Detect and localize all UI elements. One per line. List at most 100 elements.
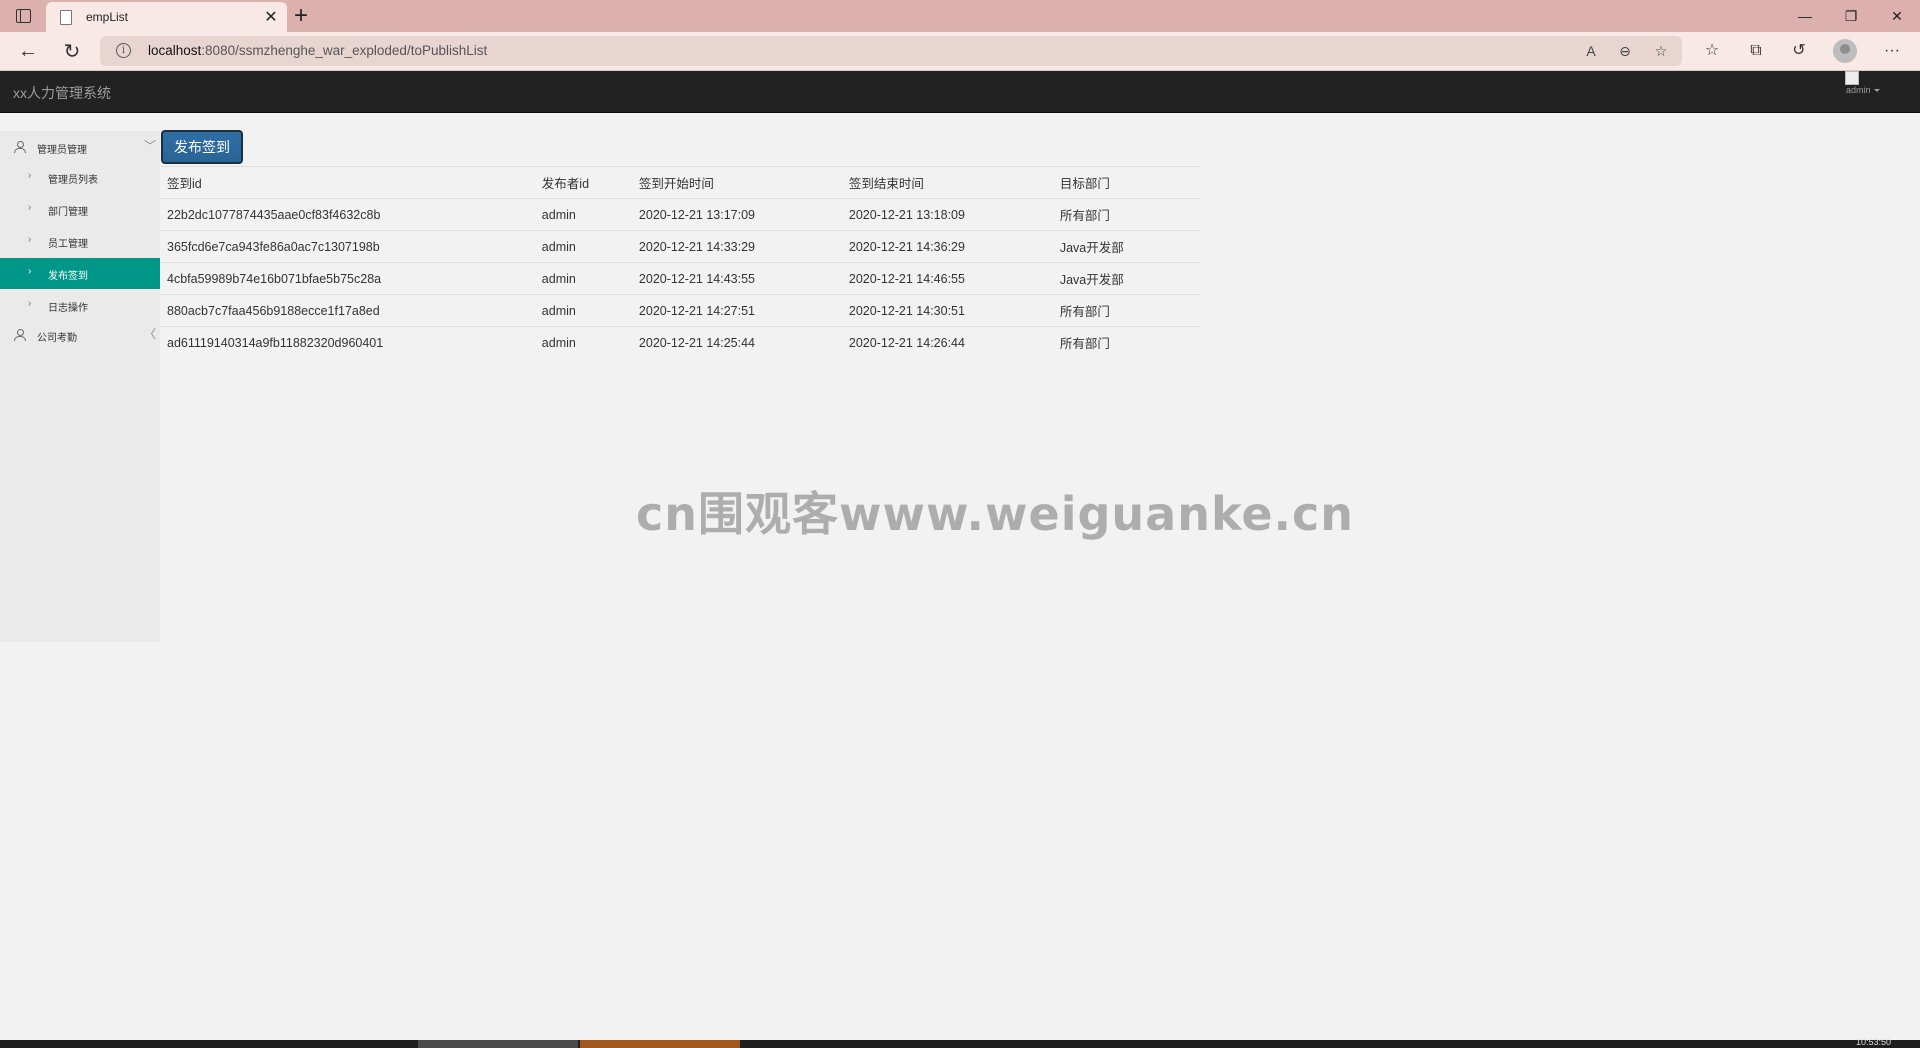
taskbar-app-button[interactable]	[418, 1040, 578, 1048]
table-cell: 4cbfa59989b74e16b071bfae5b75c28a	[161, 262, 536, 295]
app-brand[interactable]: xx人力管理系统	[13, 83, 111, 103]
sidebar-item-label: 部门管理	[48, 207, 88, 218]
table-row: 880acb7c7faa456b9188ecce1f17a8ed admin 2…	[161, 294, 1200, 327]
restore-button[interactable]: ❐	[1828, 0, 1874, 32]
publish-signin-button[interactable]: 发布签到	[161, 130, 243, 164]
new-tab-button[interactable]: +	[294, 3, 308, 29]
page-icon	[60, 9, 72, 25]
taskbar-app-button[interactable]	[580, 1040, 740, 1048]
sidebar-item-label: 日志操作	[48, 303, 88, 314]
table-cell: admin	[535, 198, 633, 231]
table-cell: 22b2dc1077874435aae0cf83f4632c8b	[161, 198, 536, 231]
table-row: ad61119140314a9fb11882320d960401 admin 2…	[161, 326, 1200, 358]
chevron-left-icon: 〈	[144, 327, 157, 341]
tab-close-icon[interactable]: ✕	[261, 7, 281, 27]
table-cell: 2020-12-21 14:43:55	[632, 262, 843, 295]
tab-title: empList	[86, 10, 129, 24]
sidebar-item-label: 管理员列表	[48, 175, 98, 186]
user-name: admin	[1846, 85, 1871, 95]
browser-tab[interactable]: empList ✕	[46, 2, 287, 32]
table-cell-spacer	[1188, 294, 1200, 327]
table-cell: 2020-12-21 14:46:55	[842, 262, 1054, 295]
table-cell: ad61119140314a9fb11882320d960401	[161, 326, 536, 358]
table-cell: 2020-12-21 13:18:09	[842, 198, 1054, 231]
table-row: 22b2dc1077874435aae0cf83f4632c8b admin 2…	[161, 198, 1200, 231]
sidebar-item-logs[interactable]: › 日志操作	[0, 290, 160, 321]
table-cell: 2020-12-21 14:25:44	[632, 326, 843, 358]
favorites-icon[interactable]: ☆	[1700, 40, 1724, 62]
table-cell: 880acb7c7faa456b9188ecce1f17a8ed	[161, 294, 536, 327]
window-close-button[interactable]: ✕	[1874, 0, 1920, 32]
chevron-right-icon: ›	[28, 170, 32, 181]
tab-actions-menu-icon[interactable]	[12, 6, 34, 26]
table-cell-spacer	[1188, 262, 1200, 295]
url-path: :8080/ssmzhenghe_war_exploded/toPublishL…	[201, 43, 488, 58]
chevron-down-icon: ﹀	[144, 139, 157, 153]
reload-icon[interactable]: ↻	[57, 36, 87, 66]
back-icon[interactable]: ←	[13, 36, 43, 66]
table-cell: 所有部门	[1053, 294, 1188, 327]
column-header: 签到开始时间	[632, 166, 843, 199]
column-header: 发布者id	[535, 166, 633, 199]
sidebar: 管理员管理 ﹀ › 管理员列表 › 部门管理 › 员工管理 › 发布签到 › 日…	[0, 131, 160, 642]
history-icon[interactable]: ↺	[1787, 40, 1811, 62]
sidebar-group-label: 管理员管理	[37, 145, 87, 156]
table-cell: 2020-12-21 14:30:51	[842, 294, 1054, 327]
table-cell-spacer	[1188, 326, 1200, 358]
user-avatar-image	[1845, 71, 1859, 85]
table-cell: Java开发部	[1053, 230, 1188, 263]
table-cell: 2020-12-21 13:17:09	[632, 198, 843, 231]
table-cell: Java开发部	[1053, 262, 1188, 295]
table-cell-spacer	[1188, 230, 1200, 263]
table-cell: admin	[535, 230, 633, 263]
user-icon	[14, 141, 26, 153]
table-cell-spacer	[1188, 198, 1200, 231]
taskbar-clock: 10:53:50	[1856, 1037, 1892, 1047]
url-text[interactable]: localhost:8080/ssmzhenghe_war_exploded/t…	[148, 43, 487, 58]
more-menu-icon[interactable]: ···	[1880, 40, 1904, 62]
profile-avatar[interactable]	[1833, 39, 1857, 63]
zoom-out-icon[interactable]: ⊖	[1614, 41, 1636, 61]
table-row: 4cbfa59989b74e16b071bfae5b75c28a admin 2…	[161, 262, 1200, 295]
table-cell: 2020-12-21 14:33:29	[632, 230, 843, 263]
user-menu[interactable]: admin	[1846, 85, 1880, 95]
table-cell: 2020-12-21 14:36:29	[842, 230, 1054, 263]
sidebar-group-attendance[interactable]: 公司考勤 〈	[0, 320, 160, 350]
browser-tab-strip: empList ✕ + — ❐ ✕	[0, 0, 1920, 32]
sidebar-item-admin-list[interactable]: › 管理员列表	[0, 162, 160, 193]
table-header-row: 签到id 发布者id 签到开始时间 签到结束时间 目标部门	[161, 166, 1200, 199]
table-cell: admin	[535, 262, 633, 295]
signin-table: 签到id 发布者id 签到开始时间 签到结束时间 目标部门 22b2dc1077…	[161, 166, 1200, 358]
address-bar[interactable]: i localhost:8080/ssmzhenghe_war_exploded…	[100, 36, 1682, 66]
table-cell: 所有部门	[1053, 198, 1188, 231]
sidebar-item-employees[interactable]: › 员工管理	[0, 226, 160, 257]
table-cell: 2020-12-21 14:27:51	[632, 294, 843, 327]
table-cell: 2020-12-21 14:26:44	[842, 326, 1054, 358]
minimize-button[interactable]: —	[1782, 0, 1828, 32]
table-row: 365fcd6e7ca943fe86a0ac7c1307198b admin 2…	[161, 230, 1200, 263]
table-cell: 所有部门	[1053, 326, 1188, 358]
column-header-spacer	[1188, 166, 1200, 199]
site-info-icon[interactable]: i	[116, 43, 131, 58]
table-cell: admin	[535, 326, 633, 358]
collections-icon[interactable]: ⧉	[1744, 40, 1768, 62]
table-cell: admin	[535, 294, 633, 327]
os-taskbar: 10:53:50	[0, 1037, 1920, 1048]
sidebar-group-label: 公司考勤	[37, 333, 77, 344]
watermark: cn围观客www.weiguanke.cn	[636, 487, 1355, 541]
sidebar-item-label: 员工管理	[48, 239, 88, 250]
sidebar-item-publish-signin[interactable]: › 发布签到	[0, 258, 160, 289]
sidebar-item-departments[interactable]: › 部门管理	[0, 194, 160, 225]
url-host: localhost	[148, 43, 202, 58]
column-header: 签到结束时间	[842, 166, 1054, 199]
sidebar-group-admin[interactable]: 管理员管理 ﹀	[0, 132, 160, 162]
chevron-right-icon: ›	[28, 298, 32, 309]
browser-toolbar: ← ↻ i localhost:8080/ssmzhenghe_war_expl…	[0, 32, 1920, 71]
chevron-right-icon: ›	[28, 202, 32, 213]
column-header: 签到id	[161, 166, 536, 199]
table-cell: 365fcd6e7ca943fe86a0ac7c1307198b	[161, 230, 536, 263]
app-navbar: xx人力管理系统 admin	[0, 71, 1920, 113]
sidebar-item-label: 发布签到	[48, 271, 88, 282]
read-aloud-icon[interactable]: A	[1580, 41, 1602, 61]
add-favorite-icon[interactable]: ☆	[1650, 41, 1672, 61]
